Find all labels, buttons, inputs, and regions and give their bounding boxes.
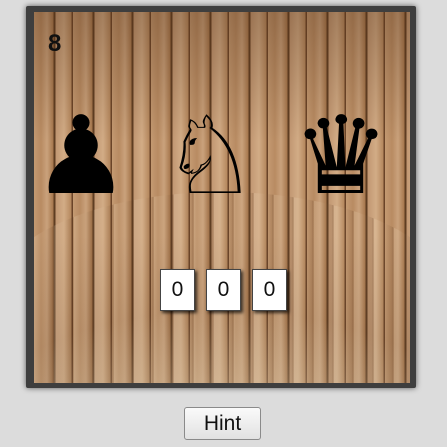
game-frame: 8 ♟ ♘ ♛ 0 0 0 xyxy=(26,6,416,388)
code-digit-1[interactable]: 0 xyxy=(160,269,195,311)
hint-button[interactable]: Hint xyxy=(184,407,261,440)
code-digit-3[interactable]: 0 xyxy=(252,269,287,311)
queen-piece[interactable]: ♛ xyxy=(286,102,396,212)
game-board: 8 ♟ ♘ ♛ 0 0 0 xyxy=(34,12,410,383)
knight-piece[interactable]: ♘ xyxy=(155,102,265,212)
code-digit-2[interactable]: 0 xyxy=(206,269,241,311)
move-counter: 8 xyxy=(48,30,62,57)
pawn-piece[interactable]: ♟ xyxy=(34,102,136,212)
code-digits: 0 0 0 xyxy=(160,269,287,311)
